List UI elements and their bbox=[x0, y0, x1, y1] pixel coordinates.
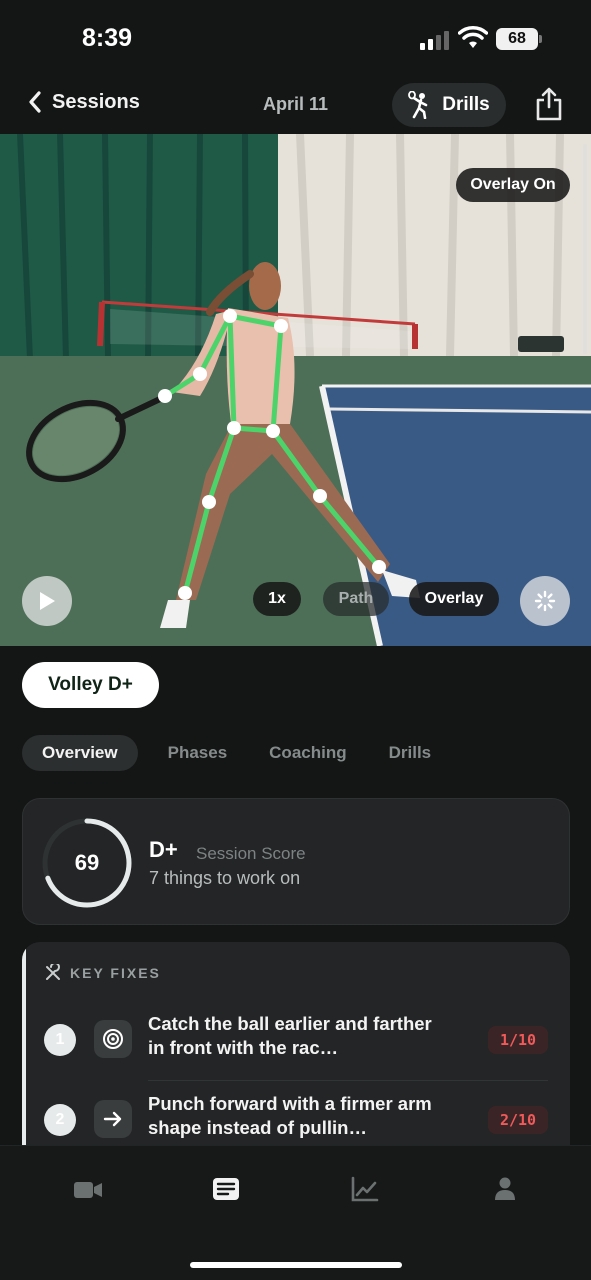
score-grade: D+ bbox=[149, 837, 178, 862]
divider bbox=[148, 1080, 548, 1081]
wifi-icon bbox=[458, 26, 488, 48]
session-score-card: 69 D+ Session Score 7 things to work on bbox=[22, 798, 570, 925]
fix-number: 1 bbox=[44, 1024, 76, 1056]
section-tabs: Overview Phases Coaching Drills bbox=[22, 735, 451, 771]
status-bar: 8:39 68 bbox=[0, 0, 591, 80]
tab-phases[interactable]: Phases bbox=[148, 735, 248, 771]
home-indicator bbox=[190, 1262, 402, 1268]
drills-button[interactable]: Drills bbox=[392, 83, 506, 127]
loading-spinner-icon bbox=[534, 590, 556, 612]
score-ring: 69 bbox=[41, 817, 133, 909]
score-label: Session Score bbox=[196, 844, 306, 863]
overlay-toggle[interactable]: Overlay bbox=[409, 582, 499, 616]
loading-button[interactable] bbox=[520, 576, 570, 626]
video-player[interactable]: Overlay On 1x Path Overlay bbox=[0, 134, 591, 646]
fix-number: 2 bbox=[44, 1104, 76, 1136]
key-fixes-accent-bar bbox=[22, 942, 26, 1152]
video-scrollbar[interactable] bbox=[583, 144, 587, 354]
score-value: 69 bbox=[74, 850, 100, 875]
stroke-grade-badge: Volley D+ bbox=[22, 662, 159, 708]
tab-drills[interactable]: Drills bbox=[369, 735, 452, 771]
fix-score: 1/10 bbox=[488, 1026, 548, 1054]
tools-icon bbox=[46, 964, 60, 980]
cellular-signal-icon bbox=[420, 31, 449, 50]
video-camera-icon[interactable] bbox=[72, 1174, 104, 1204]
target-icon bbox=[94, 1020, 132, 1058]
tab-overview[interactable]: Overview bbox=[22, 735, 138, 771]
play-icon bbox=[40, 592, 55, 610]
tennis-court-video-frame bbox=[0, 134, 591, 646]
share-icon[interactable] bbox=[534, 86, 564, 122]
key-fixes-card: KEY FIXES 1 Catch the ball earlier and f… bbox=[22, 942, 570, 1152]
score-subtitle: 7 things to work on bbox=[149, 868, 301, 888]
key-fixes-header: KEY FIXES bbox=[44, 964, 161, 982]
list-item[interactable]: 2 Punch forward with a firmer arm shape … bbox=[44, 1088, 550, 1152]
report-icon[interactable] bbox=[210, 1174, 242, 1204]
status-time: 8:39 bbox=[82, 24, 133, 52]
fix-text: Catch the ball earlier and farther in fr… bbox=[148, 1013, 432, 1058]
battery-indicator: 68 bbox=[496, 28, 542, 50]
play-button[interactable] bbox=[22, 576, 72, 626]
bottom-tab-bar bbox=[0, 1145, 591, 1280]
fix-text: Punch forward with a firmer arm shape in… bbox=[148, 1093, 432, 1138]
chart-trend-icon[interactable] bbox=[349, 1174, 381, 1204]
nav-bar: Sessions April 11 Drills bbox=[0, 80, 591, 134]
overlay-on-badge[interactable]: Overlay On bbox=[456, 168, 570, 202]
key-fixes-title: KEY FIXES bbox=[70, 965, 161, 981]
profile-icon[interactable] bbox=[489, 1174, 521, 1204]
fix-score: 2/10 bbox=[488, 1106, 548, 1134]
list-item[interactable]: 1 Catch the ball earlier and farther in … bbox=[44, 1008, 550, 1078]
tab-coaching[interactable]: Coaching bbox=[249, 735, 366, 771]
path-toggle[interactable]: Path bbox=[323, 582, 389, 616]
arrow-right-icon bbox=[94, 1100, 132, 1138]
drills-label: Drills bbox=[442, 94, 490, 115]
tennis-player-icon bbox=[408, 91, 428, 119]
playback-speed-button[interactable]: 1x bbox=[253, 582, 301, 616]
